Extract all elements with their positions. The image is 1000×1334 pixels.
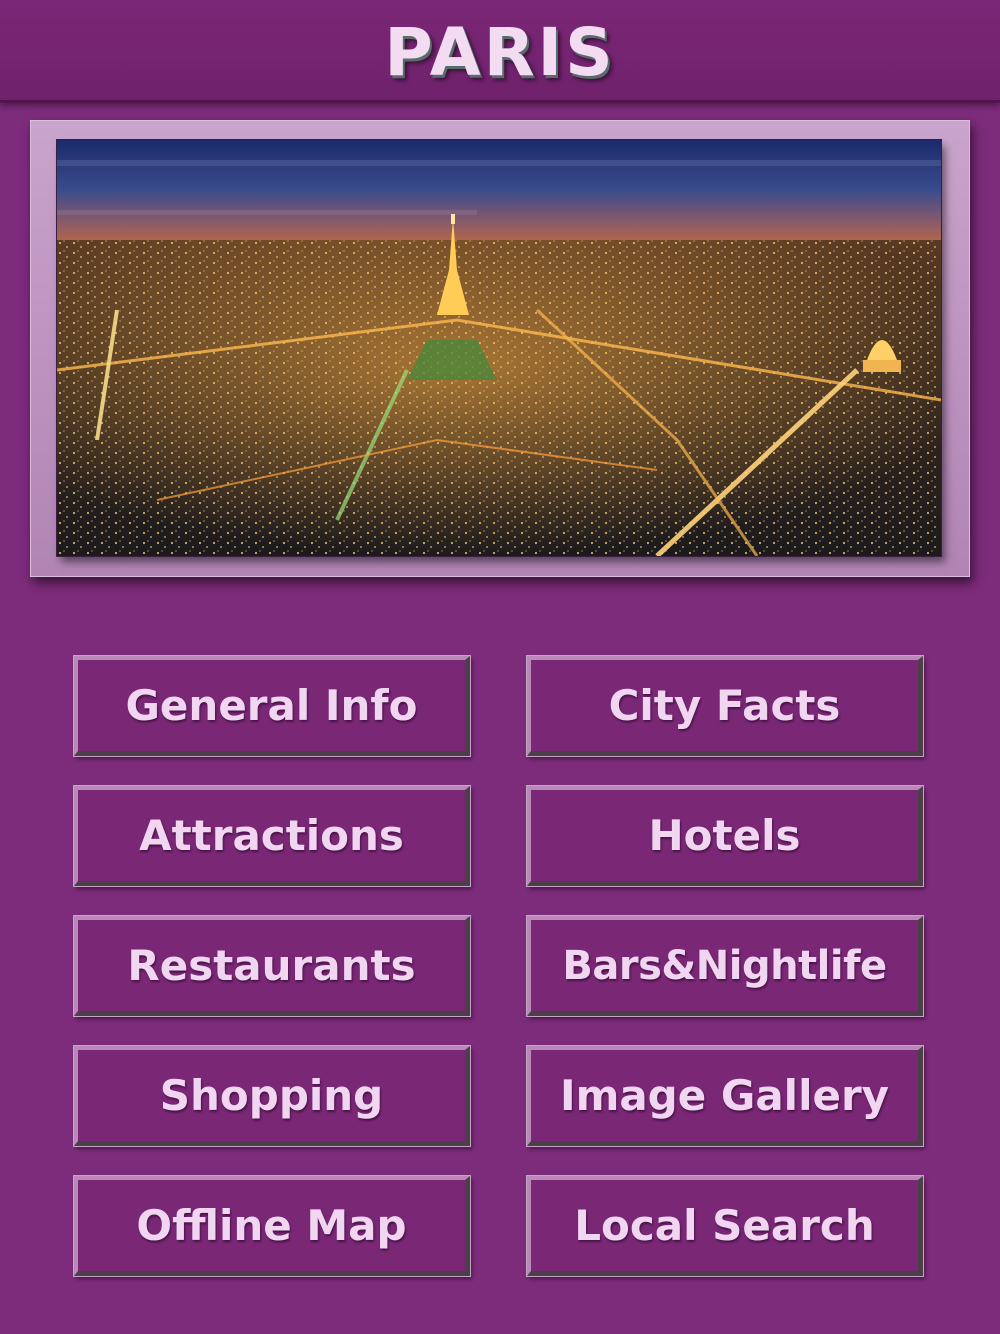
- city-facts-button[interactable]: City Facts: [526, 655, 924, 757]
- app-header: PARIS: [0, 0, 1000, 103]
- page-title: PARIS: [384, 14, 616, 91]
- hotels-label: Hotels: [648, 811, 801, 860]
- attractions-button[interactable]: Attractions: [73, 785, 471, 887]
- bars-nightlife-label: Bars&Nightlife: [562, 942, 887, 989]
- hotels-button[interactable]: Hotels: [526, 785, 924, 887]
- shopping-button[interactable]: Shopping: [73, 1045, 471, 1147]
- bars-nightlife-button[interactable]: Bars&Nightlife: [526, 915, 924, 1017]
- local-search-button[interactable]: Local Search: [526, 1175, 924, 1277]
- image-gallery-button[interactable]: Image Gallery: [526, 1045, 924, 1147]
- image-gallery-label: Image Gallery: [559, 1071, 890, 1120]
- restaurants-label: Restaurants: [127, 941, 416, 990]
- offline-map-label: Offline Map: [136, 1201, 407, 1250]
- general-info-label: General Info: [125, 681, 418, 730]
- offline-map-button[interactable]: Offline Map: [73, 1175, 471, 1277]
- city-facts-label: City Facts: [608, 681, 841, 730]
- local-search-label: Local Search: [574, 1201, 875, 1250]
- restaurants-button[interactable]: Restaurants: [73, 915, 471, 1017]
- shopping-label: Shopping: [159, 1071, 384, 1120]
- hero-image: [57, 140, 941, 556]
- attractions-label: Attractions: [139, 811, 404, 860]
- general-info-button[interactable]: General Info: [73, 655, 471, 757]
